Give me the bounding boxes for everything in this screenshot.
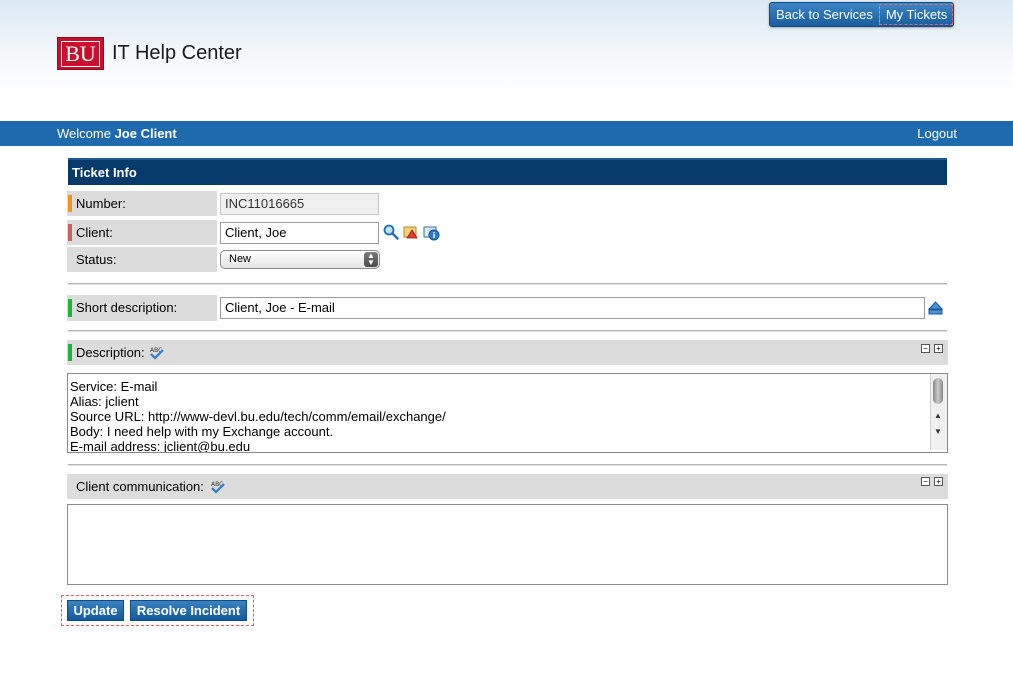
status-label: Status:: [67, 247, 217, 272]
description-scrollbar[interactable]: ▲ ▼: [930, 374, 947, 450]
status-select[interactable]: New ▲ ▼: [220, 250, 380, 269]
short-description-label: Short description:: [67, 295, 217, 321]
mandatory-indicator: [68, 299, 72, 317]
status-label-text: Status:: [76, 252, 117, 267]
welcome-prefix: Welcome: [57, 126, 111, 141]
bu-logo[interactable]: BU: [57, 37, 104, 70]
number-field: INC11016665: [220, 193, 379, 215]
divider: [68, 283, 947, 285]
description-label-text: Description:: [76, 345, 145, 360]
spell-check-icon[interactable]: ABC: [210, 480, 228, 494]
welcome-text: Welcome Joe Client: [57, 126, 177, 141]
description-textarea[interactable]: Service: E-mail Alias: jclient Source UR…: [67, 373, 948, 453]
collapse-icon[interactable]: −: [921, 344, 930, 353]
short-description-input[interactable]: Client, Joe - E-mail: [220, 297, 925, 319]
description-text: Service: E-mail Alias: jclient Source UR…: [70, 379, 927, 453]
logout-link[interactable]: Logout: [917, 126, 957, 141]
scrollbar-thumb[interactable]: [933, 378, 943, 404]
client-label: Client:: [67, 220, 217, 245]
description-label: Description: ABC: [67, 340, 948, 365]
description-line: Service: E-mail: [70, 379, 158, 394]
top-nav: Back to Services My Tickets: [769, 2, 955, 27]
welcome-bar: Welcome Joe Client Logout: [0, 121, 1013, 146]
description-line: Alias: jclient: [70, 394, 139, 409]
number-label-text: Number:: [76, 196, 126, 211]
client-communication-textarea[interactable]: [67, 504, 948, 585]
description-line: E-mail address: jclient@bu.edu: [70, 439, 251, 453]
divider: [68, 464, 947, 466]
show-related-incidents-icon[interactable]: [403, 224, 419, 240]
header: Back to Services My Tickets BU IT Help C…: [0, 0, 1013, 121]
back-to-services-link[interactable]: Back to Services: [770, 4, 879, 25]
client-communication-label: Client communication: ABC: [67, 474, 948, 499]
mandatory-indicator: [68, 195, 72, 212]
client-label-text: Client:: [76, 225, 113, 240]
reference-info-icon[interactable]: [423, 225, 440, 241]
lookup-search-icon[interactable]: [383, 224, 399, 240]
collapse-icon[interactable]: −: [921, 477, 930, 486]
chevron-updown-icon: ▲ ▼: [364, 252, 378, 267]
description-line: Source URL: http://www-devl.bu.edu/tech/…: [70, 409, 446, 424]
my-tickets-link[interactable]: My Tickets: [878, 4, 954, 25]
divider: [68, 330, 947, 332]
client-communication-label-text: Client communication:: [76, 479, 204, 494]
expand-icon[interactable]: +: [934, 344, 943, 353]
update-button[interactable]: Update: [67, 600, 124, 621]
number-label: Number:: [67, 191, 217, 216]
welcome-user: Joe Client: [114, 126, 177, 141]
status-selected-value: New: [229, 253, 252, 265]
spell-check-icon[interactable]: ABC: [149, 346, 167, 360]
mandatory-indicator: [68, 224, 72, 241]
scroll-down-icon[interactable]: ▼: [934, 424, 942, 439]
ticket-info-header: Ticket Info: [68, 158, 947, 185]
expand-icon[interactable]: +: [934, 477, 943, 486]
scroll-up-icon[interactable]: ▲: [934, 408, 942, 423]
short-description-label-text: Short description:: [76, 300, 178, 315]
resolve-incident-button[interactable]: Resolve Incident: [130, 600, 247, 621]
brand-title[interactable]: IT Help Center: [112, 42, 242, 65]
mandatory-indicator: [68, 344, 72, 361]
suggestion-icon[interactable]: [927, 299, 944, 315]
client-input[interactable]: Client, Joe: [220, 222, 379, 244]
description-line: Body: I need help with my Exchange accou…: [70, 424, 334, 439]
bu-logo-text: BU: [61, 40, 100, 67]
